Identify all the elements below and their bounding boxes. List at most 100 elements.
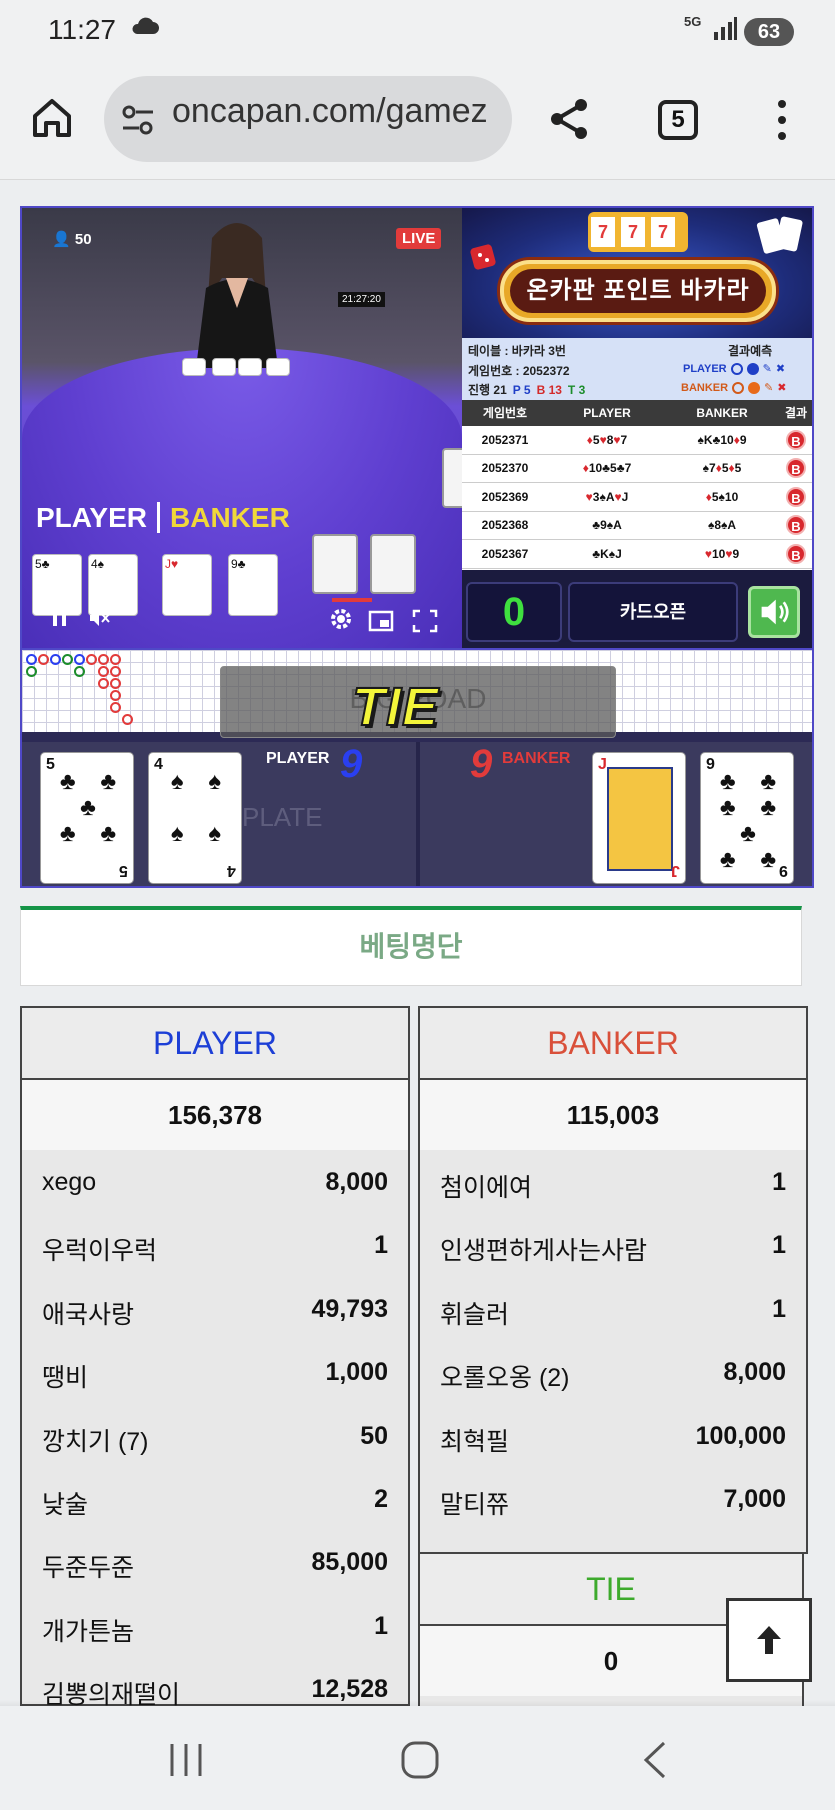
mute-icon[interactable]: [88, 608, 110, 628]
header-result: 결과: [784, 406, 808, 420]
slot-reel: 7: [591, 217, 615, 247]
share-icon[interactable]: [546, 96, 592, 142]
result-game-number: 2052371: [481, 432, 529, 447]
settings-gear-icon[interactable]: [328, 606, 354, 632]
home-nav-icon[interactable]: [400, 1740, 440, 1780]
bet-amount: 85,000: [311, 1548, 388, 1577]
player-bet-row: 애국사랑 49,793: [22, 1277, 408, 1340]
nav-shadow: [0, 1700, 835, 1706]
road-marker: [74, 666, 85, 677]
bettor-name: 말티쮸: [440, 1490, 510, 1519]
header-player: PLAYER: [583, 406, 631, 420]
url-text[interactable]: oncapan.com/gamez: [172, 92, 502, 131]
card-open-button[interactable]: 카드오픈: [568, 582, 738, 642]
close-x-icon[interactable]: ✖: [777, 382, 786, 394]
betting-list-title: 베팅명단: [20, 906, 802, 986]
baccarat-game: 👤 50 LIVE 21:27:20 PLAYER BANKER 5♣ 4♠ J♥…: [20, 206, 814, 888]
banker-total: 115,003: [420, 1080, 806, 1150]
bet-amount: 1: [374, 1231, 388, 1260]
bettor-name: xego: [42, 1168, 97, 1196]
dealer-figure: [196, 223, 278, 368]
banker-bet-list: 첨이에여 1 인생편하게사는사람 1 휘슬러 1 오롤오옹 (2) 8,000 최혁필 100,0…: [420, 1150, 806, 1530]
circle-outline-icon[interactable]: [730, 363, 743, 376]
circle-filled-icon[interactable]: [748, 382, 761, 395]
pause-icon[interactable]: [50, 608, 70, 628]
home-icon[interactable]: [30, 96, 74, 140]
pencil-icon[interactable]: ✎: [764, 382, 773, 394]
road-marker: [86, 654, 97, 665]
table-player-label: PLAYER: [36, 502, 148, 533]
system-nav-bar: [0, 1700, 835, 1810]
bettor-name: 개가튼놈: [42, 1617, 135, 1646]
road-marker: [110, 690, 121, 701]
result-banker-cards: ♠7♦5♦5: [702, 461, 742, 476]
circle-filled-icon[interactable]: [746, 363, 759, 376]
dealt-cards: PLATE 5 ♣ ♣ ♣ ♣ ♣ 5 4 ♠ ♠ ♠ ♠ 4 PLAYER 9 9 BANK…: [22, 742, 812, 886]
road-marker: [122, 714, 133, 725]
tab-switcher-button[interactable]: 5: [658, 100, 698, 140]
banker-win-badge: B: [786, 458, 806, 479]
picture-in-picture-icon[interactable]: [368, 608, 394, 634]
table-card: [238, 358, 262, 376]
pencil-icon[interactable]: ✎: [763, 363, 772, 375]
road-marker: [110, 678, 121, 689]
result-row: 2052367 ♣K♠J ♥10♥9 B: [462, 540, 812, 569]
circle-outline-icon[interactable]: [732, 382, 745, 395]
result-row: 2052369 ♥3♠A♥J ♦5♠10 B: [462, 483, 812, 512]
bet-amount: 50: [360, 1421, 388, 1450]
live-video[interactable]: 👤 50 LIVE 21:27:20 PLAYER BANKER 5♣ 4♠ J♥…: [22, 208, 472, 648]
table-name: 테이블 : 바카라 3번: [468, 344, 566, 358]
battery-indicator: 63: [744, 18, 794, 46]
status-time: 11:27: [48, 14, 116, 45]
result-player-cards: ♥3♠A♥J: [585, 489, 629, 504]
live-badge: LIVE: [396, 228, 442, 249]
player-card-1: 5 ♣ ♣ ♣ ♣ ♣ 5: [40, 752, 134, 884]
slot-reel: 7: [651, 217, 675, 247]
banker-bet-row: 오롤오옹 (2) 8,000: [420, 1340, 806, 1403]
card-shoe: [370, 534, 416, 594]
recent-apps-icon[interactable]: [166, 1742, 206, 1778]
bet-amount: 100,000: [695, 1421, 786, 1450]
bettor-name: 오롤오옹 (2): [440, 1364, 570, 1393]
bet-amount: 1,000: [325, 1358, 388, 1387]
results-rows: 2052371 ♦5♥8♥7 ♠K♣10♦9 B 2052370 ♦10♣5♣7 ♠7♦5♦…: [462, 426, 812, 569]
signal-icon: [714, 17, 737, 40]
sound-icon[interactable]: [748, 586, 800, 638]
prediction-label: 결과예측: [728, 344, 773, 358]
banker-prediction-label: BANKER: [681, 382, 729, 394]
banker-bet-row: 인생편하게사는사람 1: [420, 1213, 806, 1276]
result-player-cards: ♦5♥8♥7: [586, 432, 628, 447]
banker-win-count: B 13: [536, 383, 562, 397]
player-win-count: P 5: [512, 383, 531, 397]
road-marker: [98, 666, 109, 677]
card-shoe: [312, 534, 358, 594]
table-info: 테이블 : 바카라 3번 게임번호 : 2052372 진행 21 P 5 B 13…: [462, 338, 812, 400]
playing-cards-icon: [756, 216, 803, 254]
card-rank-bottom: 4: [227, 862, 236, 879]
game-number: 게임번호 : 2052372: [468, 364, 570, 378]
close-x-icon[interactable]: ✖: [776, 363, 785, 375]
road-marker: [38, 654, 49, 665]
table-card: [266, 358, 290, 376]
more-menu-icon[interactable]: [770, 98, 794, 142]
player-bet-row: 깡치기 (7) 50: [22, 1404, 408, 1467]
banker-card-1: JJ: [592, 752, 686, 884]
browser-toolbar: oncapan.com/gamez 5: [0, 62, 835, 180]
result-player-cards: ♣K♠J: [592, 546, 622, 561]
player-bet-row: 개가튼놈 1: [22, 1594, 408, 1657]
banner-title: 온카판 포인트 바카라: [510, 269, 766, 313]
scroll-to-top-button[interactable]: [726, 1598, 812, 1682]
bettor-name: 최혁필: [440, 1427, 510, 1456]
player-bet-row: xego 8,000: [22, 1150, 408, 1213]
player-bet-row: 낮술 2: [22, 1467, 408, 1530]
back-icon[interactable]: [640, 1740, 670, 1780]
banker-hand-label: BANKER: [502, 750, 571, 767]
road-marker: [98, 678, 109, 689]
banker-win-badge: B: [786, 429, 806, 450]
site-settings-icon[interactable]: [120, 102, 156, 138]
banker-win-badge: B: [786, 515, 806, 536]
road-marker: [50, 654, 61, 665]
fullscreen-icon[interactable]: [412, 608, 438, 634]
cloud-icon: [132, 17, 159, 34]
bet-amount: 2: [374, 1484, 388, 1513]
